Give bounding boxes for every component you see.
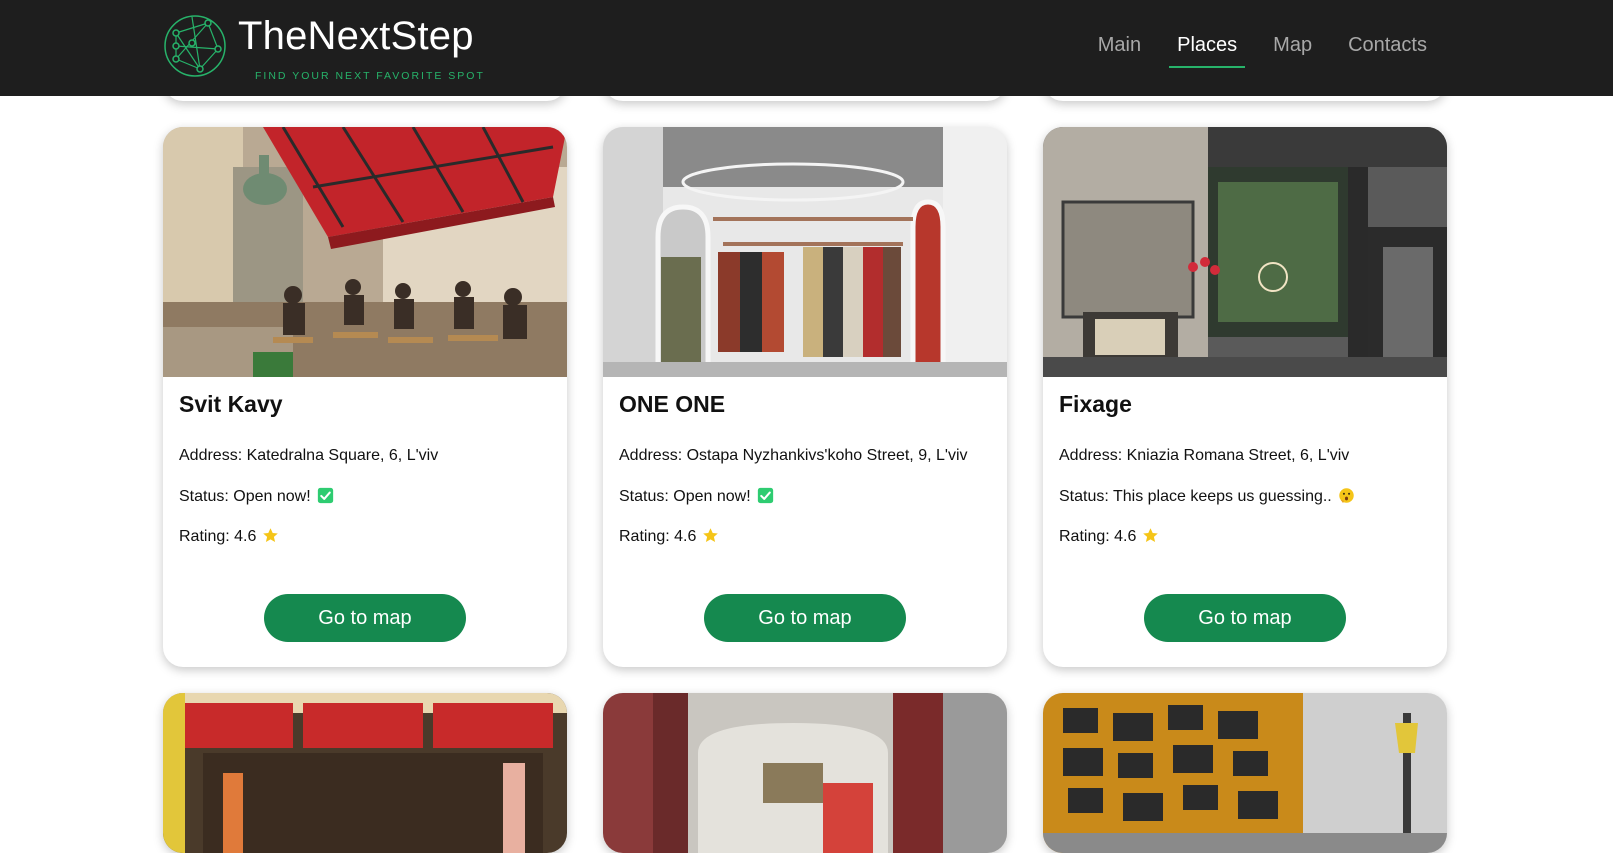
star-icon bbox=[1143, 528, 1159, 542]
place-status: Status: Open now! bbox=[179, 487, 334, 506]
place-address: Address: Ostapa Nyzhankivs'koho Street, … bbox=[619, 447, 968, 464]
place-status: Status: Open now! bbox=[619, 487, 774, 506]
nav-item-contacts[interactable]: Contacts bbox=[1340, 0, 1435, 68]
green-checkmark-icon bbox=[757, 487, 773, 504]
place-card: Fixage Address: Kniazia Romana Street, 6… bbox=[1043, 127, 1447, 667]
site-header: TheNextStep FIND YOUR NEXT FAVORITE SPOT… bbox=[0, 0, 1613, 96]
brand-name[interactable]: TheNextStep bbox=[238, 14, 474, 59]
main-nav: Main Places Map Contacts bbox=[1070, 0, 1435, 96]
place-name: Fixage bbox=[1059, 391, 1132, 417]
place-card: Svit Kavy Address: Katedralna Square, 6,… bbox=[163, 127, 567, 667]
star-icon bbox=[703, 528, 719, 542]
brand-tagline: FIND YOUR NEXT FAVORITE SPOT bbox=[255, 70, 485, 82]
thinking-face-icon bbox=[1339, 488, 1354, 504]
place-rating-text: Rating: 4.6 bbox=[619, 528, 697, 545]
gallery-wall-photo bbox=[1043, 693, 1447, 853]
place-name: ONE ONE bbox=[619, 391, 726, 417]
go-to-map-button[interactable]: Go to map bbox=[1144, 594, 1346, 642]
go-to-map-button[interactable]: Go to map bbox=[264, 594, 466, 642]
place-address: Address: Katedralna Square, 6, L'viv bbox=[179, 447, 439, 464]
nav-item-map[interactable]: Map bbox=[1265, 0, 1320, 68]
place-address: Address: Kniazia Romana Street, 6, L'viv bbox=[1059, 447, 1350, 464]
place-rating: Rating: 4.6 bbox=[179, 527, 279, 546]
place-card: ONE ONE Address: Ostapa Nyzhankivs'koho … bbox=[603, 127, 1007, 667]
place-card-next bbox=[1043, 693, 1447, 853]
place-card-next bbox=[163, 693, 567, 853]
place-rating-text: Rating: 4.6 bbox=[179, 528, 257, 545]
place-rating: Rating: 4.6 bbox=[1059, 527, 1159, 546]
interior-curtain-archway-photo bbox=[603, 693, 1007, 853]
place-name: Svit Kavy bbox=[179, 391, 283, 417]
place-rating-text: Rating: 4.6 bbox=[1059, 528, 1137, 545]
star-icon bbox=[263, 528, 279, 542]
clothing-store-interior-photo bbox=[603, 127, 1007, 377]
place-status-text: Status: Open now! bbox=[179, 488, 311, 505]
outdoor-cafe-terrace-photo bbox=[163, 127, 567, 377]
nav-item-places[interactable]: Places bbox=[1169, 0, 1246, 68]
nav-item-main[interactable]: Main bbox=[1090, 0, 1149, 68]
place-status: Status: This place keeps us guessing.. bbox=[1059, 487, 1355, 506]
place-rating: Rating: 4.6 bbox=[619, 527, 719, 546]
place-status-text: Status: This place keeps us guessing.. bbox=[1059, 488, 1332, 505]
place-status-text: Status: Open now! bbox=[619, 488, 751, 505]
go-to-map-button[interactable]: Go to map bbox=[704, 594, 906, 642]
network-globe-logo-icon[interactable] bbox=[162, 13, 228, 79]
vintage-cafe-storefront-photo bbox=[1043, 127, 1447, 377]
cafe-storefront-awning-photo bbox=[163, 693, 567, 853]
place-card-next bbox=[603, 693, 1007, 853]
green-checkmark-icon bbox=[317, 487, 333, 504]
